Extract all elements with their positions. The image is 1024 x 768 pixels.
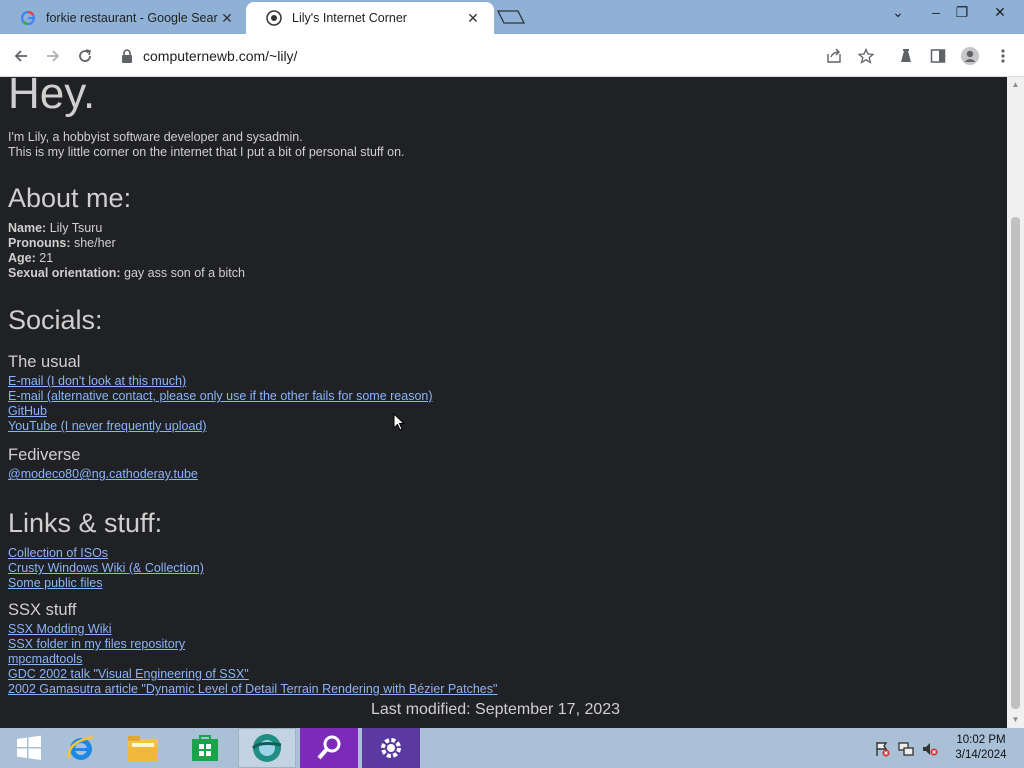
address-bar[interactable]: computernewb.com/~lily/ <box>108 39 886 72</box>
github-link[interactable]: GitHub <box>8 404 47 418</box>
tab-search-chevron-icon[interactable]: ⌄ <box>882 0 914 24</box>
browser-tab-strip: forkie restaurant - Google Search ✕ Lily… <box>0 0 1024 34</box>
search-icon <box>317 735 341 760</box>
intro-line: I'm Lily, a hobbyist software developer … <box>8 130 303 144</box>
clock-date: 3/14/2024 <box>955 749 1007 761</box>
tab-title: Lily's Internet Corner <box>292 11 407 25</box>
restore-button[interactable]: ❐ <box>946 0 978 24</box>
mouse-cursor-icon <box>393 413 405 431</box>
tab-title: forkie restaurant - Google Search <box>46 11 218 25</box>
about-value: gay ass son of a bitch <box>124 266 245 280</box>
volume-muted-icon[interactable] <box>922 741 938 757</box>
close-tab-icon[interactable]: ✕ <box>466 11 480 25</box>
about-name-row: Name: Lily Tsuru <box>8 221 245 236</box>
about-label: Age: <box>8 251 36 265</box>
about-list: Name: Lily Tsuru Pronouns: she/her Age: … <box>8 221 245 281</box>
side-panel-icon[interactable] <box>925 43 951 69</box>
fediverse-links: @modeco80@ng.cathoderay.tube <box>8 467 198 482</box>
site-favicon-icon <box>266 10 282 26</box>
google-g-icon <box>20 10 36 26</box>
search-taskbar-button[interactable] <box>300 728 358 768</box>
browser-taskbar-button[interactable] <box>238 728 296 768</box>
alt-email-link[interactable]: E-mail (alternative contact, please only… <box>8 389 433 403</box>
url-text: computernewb.com/~lily/ <box>143 47 298 64</box>
links-list: Collection of ISOs Crusty Windows Wiki (… <box>8 546 204 591</box>
isos-link[interactable]: Collection of ISOs <box>8 546 108 560</box>
bookmark-star-icon[interactable] <box>853 43 879 69</box>
gamasutra-article-link[interactable]: 2002 Gamasutra article "Dynamic Level of… <box>8 682 497 696</box>
lock-icon[interactable] <box>121 48 133 63</box>
about-age-row: Age: 21 <box>8 251 245 266</box>
network-icon[interactable] <box>898 741 914 757</box>
socials-heading: Socials: <box>8 305 103 335</box>
tab-google-search[interactable]: forkie restaurant - Google Search ✕ <box>0 2 248 34</box>
gdc-talk-link[interactable]: GDC 2002 talk "Visual Engineering of SSX… <box>8 667 249 681</box>
close-window-button[interactable]: ✕ <box>984 0 1016 24</box>
extension-icon[interactable] <box>893 43 919 69</box>
start-icon <box>17 735 41 760</box>
file-explorer-taskbar-button[interactable] <box>114 728 172 768</box>
fediverse-link[interactable]: @modeco80@ng.cathoderay.tube <box>8 467 198 481</box>
profile-avatar-icon[interactable] <box>957 43 983 69</box>
intro-text: I'm Lily, a hobbyist software developer … <box>8 130 405 160</box>
last-modified-text: Last modified: September 17, 2023 <box>371 701 621 718</box>
ssx-wiki-link[interactable]: SSX Modding Wiki <box>8 622 112 636</box>
store-taskbar-button[interactable] <box>176 728 234 768</box>
menu-kebab-icon[interactable] <box>990 43 1016 69</box>
page-viewport: Hey. I'm Lily, a hobbyist software devel… <box>0 77 1007 728</box>
windows-wiki-link[interactable]: Crusty Windows Wiki (& Collection) <box>8 561 204 575</box>
internet-explorer-taskbar-button[interactable] <box>52 728 110 768</box>
page-title: Hey. <box>8 77 96 118</box>
new-tab-button[interactable] <box>496 9 526 25</box>
reload-icon[interactable] <box>72 43 98 69</box>
action-center-flag-icon[interactable] <box>874 741 890 757</box>
internet-explorer-icon <box>67 735 94 760</box>
about-label: Name: <box>8 221 47 235</box>
about-orientation-row: Sexual orientation: gay ass son of a bit… <box>8 266 245 281</box>
page-scrollbar[interactable]: ▲ ▼ <box>1007 77 1024 728</box>
forward-icon[interactable] <box>40 43 66 69</box>
browser-icon <box>251 734 282 762</box>
usual-heading: The usual <box>8 353 81 371</box>
ssx-links: SSX Modding Wiki SSX folder in my files … <box>8 622 497 697</box>
about-value: she/her <box>73 236 116 250</box>
about-value: 21 <box>39 251 54 265</box>
scroll-down-icon[interactable]: ▼ <box>1011 716 1020 724</box>
ssx-folder-link[interactable]: SSX folder in my files repository <box>8 637 185 651</box>
ssx-heading: SSX stuff <box>8 601 77 619</box>
intro-line: This is my little corner on the internet… <box>8 145 405 159</box>
clock-time: 10:02 PM <box>956 734 1006 746</box>
close-tab-icon[interactable]: ✕ <box>220 11 234 25</box>
settings-icon <box>381 738 401 758</box>
start-button[interactable] <box>0 728 58 768</box>
public-files-link[interactable]: Some public files <box>8 576 103 590</box>
share-icon[interactable] <box>821 43 847 69</box>
links-heading: Links & stuff: <box>8 508 163 538</box>
browser-toolbar: computernewb.com/~lily/ <box>0 34 1024 77</box>
about-label: Pronouns: <box>8 236 71 250</box>
usual-links: E-mail (I don't look at this much) E-mai… <box>8 374 433 434</box>
youtube-link[interactable]: YouTube (I never frequently upload) <box>8 419 207 433</box>
scroll-up-icon[interactable]: ▲ <box>1011 81 1020 89</box>
taskbar-clock[interactable]: 10:02 PM 3/14/2024 <box>942 733 1020 763</box>
email-link[interactable]: E-mail (I don't look at this much) <box>8 374 186 388</box>
mpcmadtools-link[interactable]: mpcmadtools <box>8 652 82 666</box>
store-icon <box>192 735 218 761</box>
fediverse-heading: Fediverse <box>8 446 81 464</box>
about-value: Lily Tsuru <box>49 221 103 235</box>
windows-taskbar: 10:02 PM 3/14/2024 <box>0 728 1024 768</box>
about-pronouns-row: Pronouns: she/her <box>8 236 245 251</box>
tab-lilys-internet-corner[interactable]: Lily's Internet Corner ✕ <box>246 2 494 34</box>
about-heading: About me: <box>8 183 132 213</box>
about-label: Sexual orientation: <box>8 266 121 280</box>
file-explorer-icon <box>128 736 158 761</box>
scrollbar-thumb[interactable] <box>1011 217 1020 709</box>
settings-taskbar-button[interactable] <box>362 728 420 768</box>
back-icon[interactable] <box>8 43 34 69</box>
